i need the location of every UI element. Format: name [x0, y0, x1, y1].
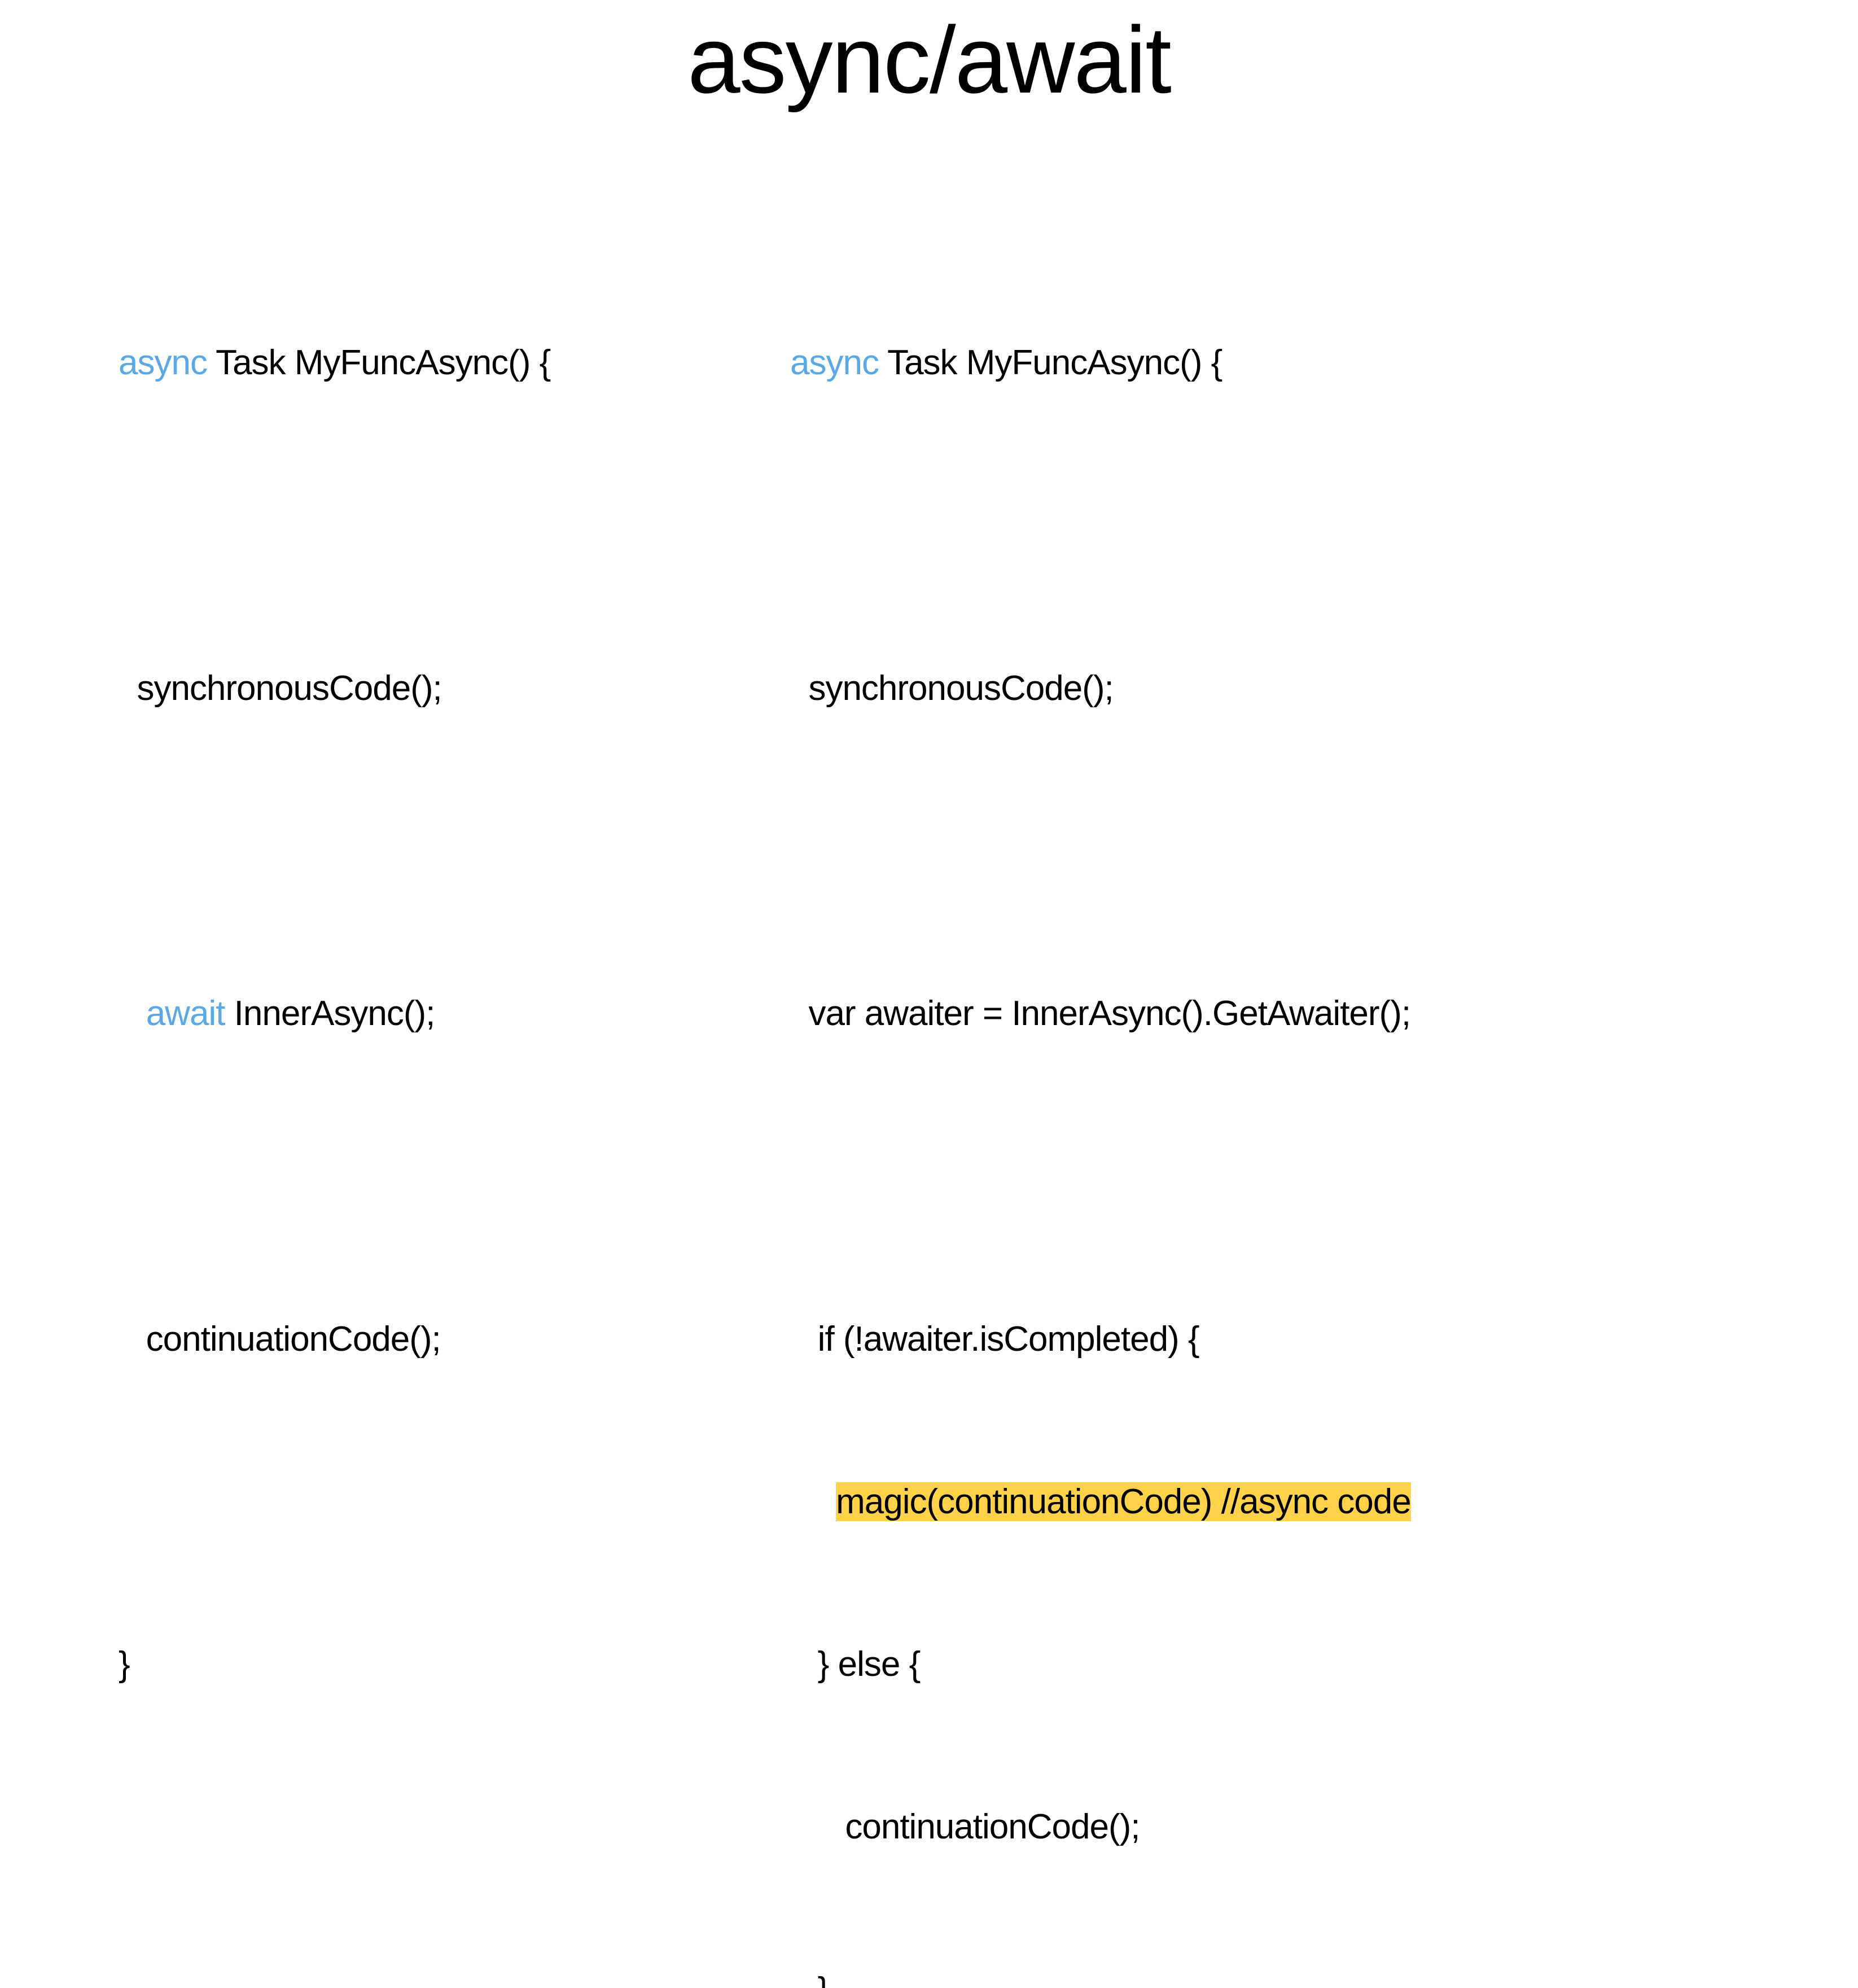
- highlighted-code: magic(continuationCode) //async code: [836, 1482, 1411, 1521]
- code-indent: [119, 994, 146, 1033]
- code-right-column: async Task MyFuncAsync() { synchronousCo…: [790, 227, 1802, 1988]
- code-block-right: async Task MyFuncAsync() { synchronousCo…: [790, 227, 1802, 1988]
- slide: async/await async Task MyFuncAsync() { s…: [0, 6, 1858, 1000]
- blank-line: [119, 824, 790, 878]
- keyword-await: await: [146, 994, 225, 1033]
- blank-line: [790, 824, 1802, 878]
- blank-line: [119, 498, 790, 553]
- code-block-left: async Task MyFuncAsync() { synchronousCo…: [119, 227, 790, 1800]
- code-line: if (!awaiter.isCompleted) {: [790, 1312, 1802, 1367]
- code-line: continuationCode();: [119, 1312, 790, 1367]
- code-line: synchronousCode();: [119, 662, 790, 716]
- blank-line: [790, 1149, 1802, 1203]
- code-line: async Task MyFuncAsync() {: [790, 336, 1802, 390]
- code-line: async Task MyFuncAsync() {: [119, 336, 790, 390]
- code-indent: [790, 1482, 836, 1521]
- code-line: synchronousCode();: [790, 662, 1802, 716]
- keyword-async: async: [119, 343, 207, 382]
- code-text: Task MyFuncAsync() {: [207, 343, 550, 382]
- code-left-column: async Task MyFuncAsync() { synchronousCo…: [119, 227, 790, 1988]
- blank-line: [119, 1149, 790, 1203]
- code-line: continuationCode();: [790, 1800, 1802, 1854]
- keyword-async: async: [790, 343, 879, 382]
- code-text: Task MyFuncAsync() {: [879, 343, 1222, 382]
- code-line: magic(continuationCode) //async code: [790, 1475, 1802, 1529]
- code-line: await InnerAsync();: [119, 987, 790, 1041]
- code-line: }: [119, 1637, 790, 1692]
- slide-title: async/await: [0, 6, 1858, 115]
- blank-line: [790, 498, 1802, 553]
- blank-line: [119, 1475, 790, 1529]
- code-line: var awaiter = InnerAsync().GetAwaiter();: [790, 987, 1802, 1041]
- code-line: } else {: [790, 1637, 1802, 1692]
- code-line: }: [790, 1963, 1802, 1988]
- code-columns: async Task MyFuncAsync() { synchronousCo…: [0, 227, 1858, 1988]
- code-text: InnerAsync();: [225, 994, 435, 1033]
